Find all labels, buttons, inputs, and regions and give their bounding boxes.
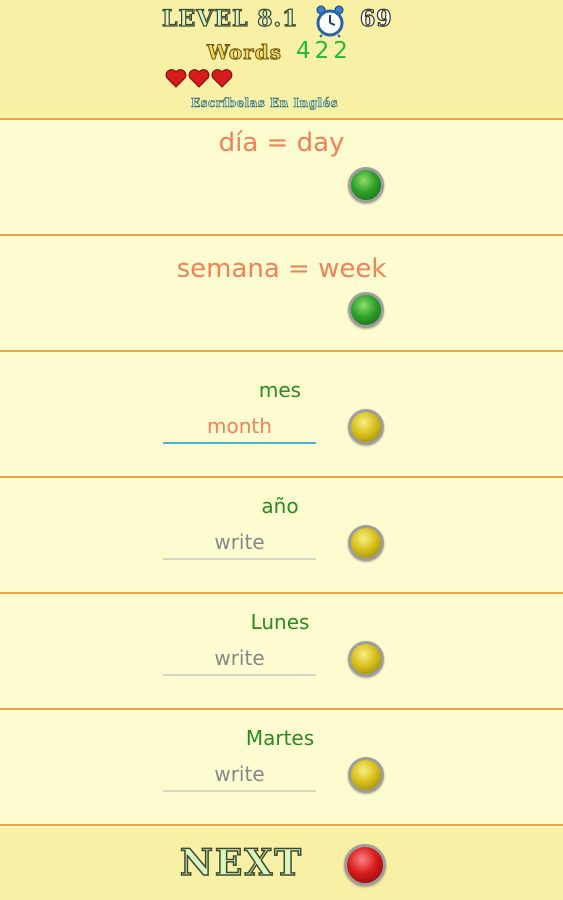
level-label: LEVEL 8.1 xyxy=(161,5,299,32)
word-row: Lunes xyxy=(0,596,563,710)
word-row: mes xyxy=(0,364,563,478)
spanish-word: Lunes xyxy=(250,610,310,634)
next-button[interactable]: NEXT xyxy=(179,841,303,885)
heart-icon xyxy=(188,69,210,88)
answer-input[interactable] xyxy=(163,410,316,444)
word-row: día = day xyxy=(0,122,563,236)
game-header: LEVEL 8.1 69 Words 422 Escríbelas En Ing… xyxy=(0,0,563,120)
words-count: 422 xyxy=(296,38,352,64)
status-light-green xyxy=(348,167,384,203)
words-label: Words xyxy=(207,40,282,65)
word-row: Martes xyxy=(0,712,563,826)
answer-input[interactable] xyxy=(163,642,316,676)
answer-input[interactable] xyxy=(163,758,316,792)
timer-value: 69 xyxy=(359,5,393,32)
instruction-subtitle: Escríbelas En Inglés xyxy=(191,96,339,111)
spanish-word: año xyxy=(261,494,299,518)
status-light-green xyxy=(348,292,384,328)
check-light-yellow[interactable] xyxy=(348,641,384,677)
next-status-light-red[interactable] xyxy=(344,844,386,886)
lives-hearts xyxy=(165,68,233,88)
answer-input[interactable] xyxy=(163,526,316,560)
game-footer: NEXT xyxy=(0,828,563,900)
solved-translation: semana = week xyxy=(176,254,387,284)
check-light-yellow[interactable] xyxy=(348,757,384,793)
heart-icon xyxy=(165,69,187,88)
solved-translation: día = day xyxy=(218,128,345,158)
word-row: semana = week xyxy=(0,238,563,352)
check-light-yellow[interactable] xyxy=(348,525,384,561)
spanish-word: mes xyxy=(258,378,302,402)
word-row: año xyxy=(0,480,563,594)
check-light-yellow[interactable] xyxy=(348,409,384,445)
spanish-word: Martes xyxy=(245,726,315,750)
heart-icon xyxy=(211,69,233,88)
alarm-clock-icon xyxy=(316,5,344,38)
